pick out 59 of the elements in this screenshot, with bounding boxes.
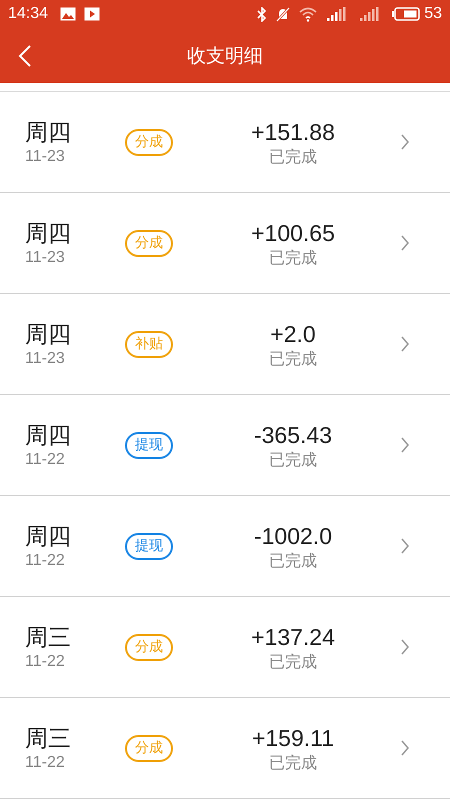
record-row[interactable]: 周四 11-23 分成 +100.65 已完成 <box>0 193 450 294</box>
status-label: 已完成 <box>269 752 317 774</box>
date-label: 11-23 <box>25 249 66 267</box>
weekday-label: 周四 <box>25 119 72 148</box>
chevron-right-icon <box>401 437 409 453</box>
chevron-right-icon <box>401 134 409 150</box>
record-row[interactable]: 周三 11-22 分成 +137.24 已完成 <box>0 597 450 698</box>
amount: +100.65 <box>251 218 335 248</box>
weekday-label: 周三 <box>25 624 72 653</box>
record-row[interactable]: 周四 11-23 分成 +151.88 已完成 <box>0 92 450 193</box>
date-label: 11-22 <box>25 451 66 469</box>
battery-icon <box>392 7 420 21</box>
category-tag: 提现 <box>125 532 173 560</box>
weekday-label: 周四 <box>25 220 72 249</box>
weekday-label: 周四 <box>25 422 72 451</box>
date-label: 11-22 <box>25 552 66 570</box>
category-tag: 补贴 <box>125 330 173 358</box>
status-label: 已完成 <box>269 550 317 572</box>
amount: +151.88 <box>251 118 335 146</box>
amount: +137.24 <box>251 622 335 652</box>
image-icon <box>60 7 76 21</box>
weekday-label: 周三 <box>25 725 72 754</box>
wifi-icon <box>299 6 318 22</box>
chevron-right-icon <box>401 538 409 554</box>
status-label: 已完成 <box>269 248 317 268</box>
amount: +2.0 <box>270 320 316 348</box>
amount: -1002.0 <box>254 522 332 550</box>
record-row[interactable]: 周四 11-22 提现 -1002.0 已完成 <box>0 496 450 597</box>
category-tag: 分成 <box>125 128 173 156</box>
chevron-right-icon <box>401 639 409 655</box>
status-label: 已完成 <box>269 652 317 672</box>
page-title: 收支明细 <box>186 44 264 68</box>
category-tag: 分成 <box>125 634 173 660</box>
bluetooth-icon <box>257 6 268 22</box>
amount: +159.11 <box>252 724 334 752</box>
category-tag: 提现 <box>125 432 173 458</box>
status-label: 已完成 <box>269 450 317 470</box>
muted-bell-icon <box>276 6 290 22</box>
record-row[interactable]: 周四 11-22 提现 -365.43 已完成 <box>0 395 450 496</box>
category-tag: 分成 <box>125 230 173 256</box>
status-label: 已完成 <box>269 348 317 370</box>
chevron-right-icon <box>401 336 409 352</box>
weekday-label: 周四 <box>25 523 72 552</box>
battery-level: 53 <box>424 5 442 23</box>
play-icon <box>84 7 100 21</box>
date-label: 11-23 <box>25 350 66 368</box>
chevron-right-icon <box>401 740 409 756</box>
date-label: 11-22 <box>25 653 66 671</box>
date-label: 11-22 <box>25 754 66 772</box>
weekday-label: 周四 <box>25 321 72 350</box>
date-label: 11-23 <box>25 148 66 166</box>
amount: -365.43 <box>254 420 332 450</box>
status-time: 14:34 <box>8 5 48 23</box>
record-row[interactable]: 周三 11-22 分成 +159.11 已完成 <box>0 698 450 799</box>
status-label: 已完成 <box>269 146 317 168</box>
category-tag: 分成 <box>125 734 173 762</box>
record-row[interactable]: 周四 11-23 补贴 +2.0 已完成 <box>0 294 450 395</box>
back-button[interactable] <box>18 44 32 68</box>
chevron-right-icon <box>401 235 409 251</box>
